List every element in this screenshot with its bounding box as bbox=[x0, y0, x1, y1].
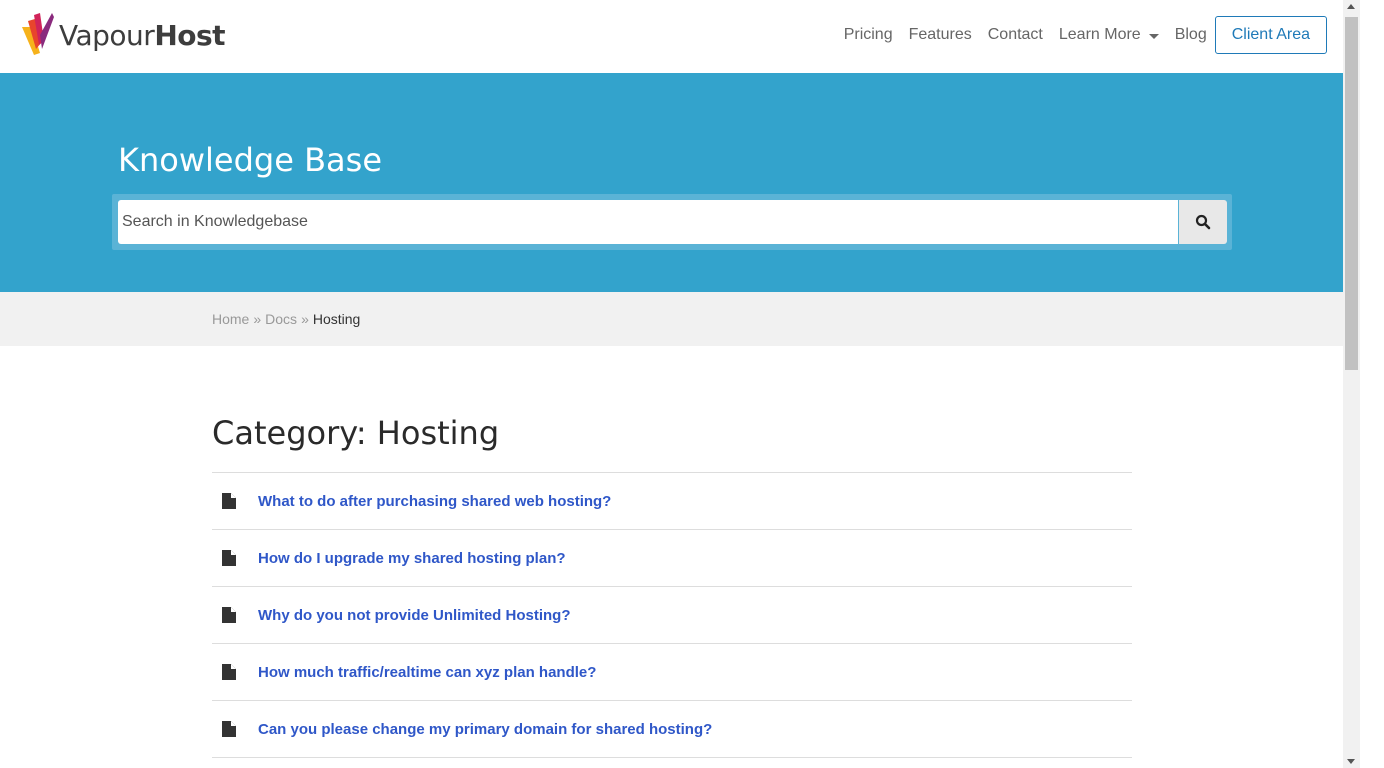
page: VapourHost Pricing Features Contact Lear… bbox=[0, 0, 1343, 768]
main-nav: Pricing Features Contact Learn More Blog… bbox=[828, 16, 1327, 54]
page-title: Knowledge Base bbox=[118, 141, 382, 179]
article-link[interactable]: Why do you not provide Unlimited Hosting… bbox=[258, 607, 570, 624]
nav-item-features[interactable]: Features bbox=[909, 26, 972, 44]
breadcrumb: Home» Docs» Hosting bbox=[212, 311, 360, 327]
article-link[interactable]: How do I upgrade my shared hosting plan? bbox=[258, 550, 566, 567]
search-input[interactable] bbox=[118, 200, 1178, 244]
scrollbar-thumb[interactable] bbox=[1345, 17, 1358, 370]
category-title: Category: Hosting bbox=[212, 414, 500, 452]
vertical-scrollbar[interactable] bbox=[1343, 0, 1360, 768]
nav-item-contact[interactable]: Contact bbox=[988, 26, 1043, 44]
breadcrumb-separator: » bbox=[301, 311, 309, 327]
scroll-down-arrow-icon[interactable] bbox=[1347, 759, 1355, 764]
hero-banner: Knowledge Base bbox=[0, 73, 1343, 292]
nav-item-learn-more[interactable]: Learn More bbox=[1059, 26, 1159, 44]
breadcrumb-separator: » bbox=[253, 311, 262, 327]
breadcrumb-bar: Home» Docs» Hosting bbox=[0, 292, 1343, 346]
breadcrumb-docs[interactable]: Docs bbox=[265, 311, 297, 327]
nav-item-pricing[interactable]: Pricing bbox=[844, 26, 893, 44]
document-icon bbox=[222, 607, 236, 623]
article-link[interactable]: What to do after purchasing shared web h… bbox=[258, 493, 611, 510]
article-list: What to do after purchasing shared web h… bbox=[212, 472, 1132, 758]
nav-item-learn-more-label: Learn More bbox=[1058, 26, 1141, 43]
list-item: Why do you not provide Unlimited Hosting… bbox=[212, 587, 1132, 644]
logo-name-light: Vapour bbox=[59, 18, 155, 52]
breadcrumb-current: Hosting bbox=[312, 311, 361, 327]
logo-wordmark: VapourHost bbox=[59, 18, 226, 52]
site-header: VapourHost Pricing Features Contact Lear… bbox=[0, 0, 1343, 73]
list-item: How much traffic/realtime can xyz plan h… bbox=[212, 644, 1132, 701]
list-item: What to do after purchasing shared web h… bbox=[212, 473, 1132, 530]
nav-item-blog[interactable]: Blog bbox=[1175, 26, 1207, 44]
window-gutter bbox=[1360, 0, 1384, 768]
article-link[interactable]: Can you please change my primary domain … bbox=[258, 721, 712, 738]
list-item: How do I upgrade my shared hosting plan? bbox=[212, 530, 1132, 587]
list-item: Can you please change my primary domain … bbox=[212, 701, 1132, 758]
client-area-button[interactable]: Client Area bbox=[1214, 16, 1327, 54]
search-bar bbox=[112, 194, 1232, 250]
document-icon bbox=[222, 493, 236, 509]
scroll-up-arrow-icon[interactable] bbox=[1347, 4, 1355, 9]
vapourhost-logo-icon bbox=[22, 13, 54, 55]
caret-down-icon bbox=[1148, 33, 1159, 39]
document-icon bbox=[222, 550, 236, 566]
breadcrumb-home[interactable]: Home bbox=[212, 311, 249, 327]
document-icon bbox=[222, 721, 236, 737]
vapourhost-logo[interactable]: VapourHost bbox=[22, 12, 226, 58]
logo-name-bold: Host bbox=[154, 18, 226, 52]
document-icon bbox=[222, 664, 236, 680]
search-button[interactable] bbox=[1179, 200, 1227, 244]
article-link[interactable]: How much traffic/realtime can xyz plan h… bbox=[258, 664, 596, 681]
search-icon bbox=[1195, 214, 1211, 230]
